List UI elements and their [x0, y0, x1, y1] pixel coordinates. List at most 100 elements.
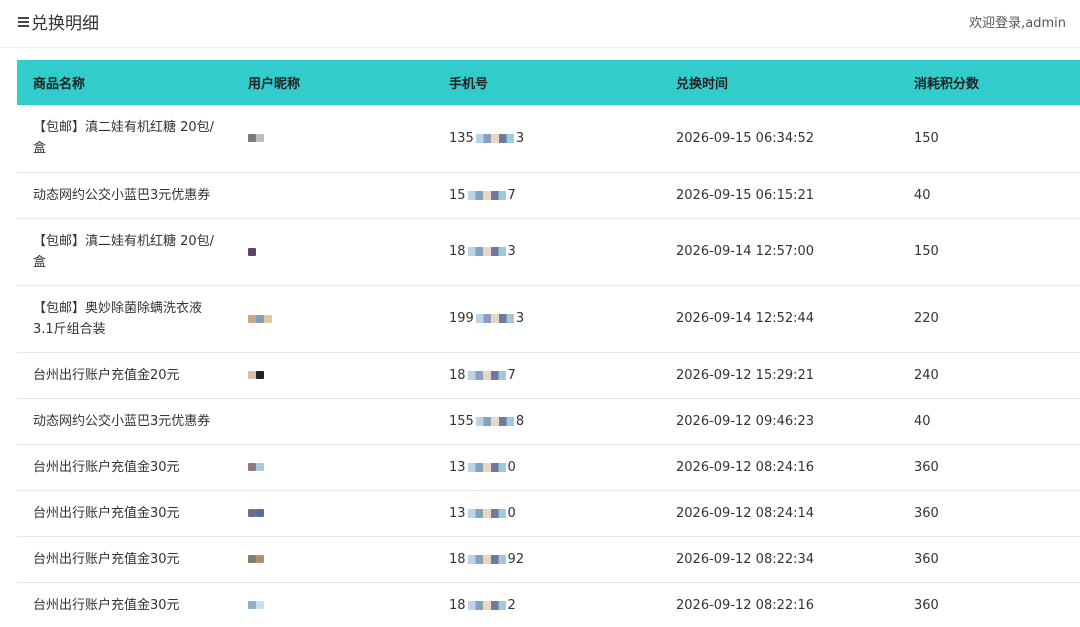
redacted-nickname-block	[256, 601, 264, 609]
redacted-phone-block	[475, 133, 514, 143]
redacted-nickname-block	[248, 555, 256, 563]
nickname-cell	[232, 444, 433, 491]
welcome-text: 欢迎登录,admin	[969, 16, 1066, 31]
redacted-nickname-block	[248, 314, 256, 323]
product-name-cell: 台州出行账户充值金30元	[17, 444, 232, 491]
product-name-cell: 台州出行账户充值金30元	[17, 582, 232, 627]
table-row: 【包邮】奥妙除菌除螨洗衣液3.1斤组合装 199 3 2026-09-14 12:52…	[17, 285, 1080, 353]
table-header-row: 商品名称 用户昵称 手机号 兑换时间 消耗积分数	[17, 60, 1080, 105]
points-cell: 360	[898, 582, 1080, 627]
exchange-time-cell: 2026-09-12 15:29:21	[660, 352, 898, 399]
table-row: 【包邮】滇二娃有机红糖 20包/盒 18 3 2026-09-14 12:57:00 1…	[17, 218, 1080, 286]
table-row: 台州出行账户充值金20元 18 7 2026-09-12 15:29:21 240	[17, 352, 1080, 399]
exchange-table-container: 商品名称 用户昵称 手机号 兑换时间 消耗积分数 【包邮】滇二娃有机红糖 20包…	[17, 60, 1080, 627]
top-bar: 兑换明细 欢迎登录,admin	[0, 0, 1080, 48]
redacted-phone-block	[475, 314, 514, 323]
product-name-cell: 台州出行账户充值金20元	[17, 352, 232, 399]
phone-prefix: 18	[449, 244, 466, 259]
redacted-phone-block	[467, 554, 506, 564]
exchange-time-cell: 2026-09-14 12:52:44	[660, 285, 898, 353]
redacted-nickname-block	[248, 247, 256, 256]
phone-suffix: 7	[507, 367, 516, 383]
points-cell: 360	[898, 444, 1080, 491]
phone-cell: 13 0	[433, 490, 660, 537]
redacted-phone-block	[467, 247, 506, 256]
redacted-nickname-block	[256, 134, 264, 143]
product-name-cell: 台州出行账户充值金30元	[17, 490, 232, 537]
points-cell: 40	[898, 172, 1080, 219]
redacted-nickname-block	[248, 371, 256, 379]
column-header-phone: 手机号	[449, 77, 489, 92]
phone-prefix: 199	[449, 311, 474, 326]
points-cell: 150	[898, 105, 1080, 173]
nickname-cell	[232, 490, 433, 537]
redacted-nickname-block	[248, 463, 256, 471]
table-body: 【包邮】滇二娃有机红糖 20包/盒 135 3 2026-09-15 06:34:52…	[17, 105, 1080, 627]
points-cell: 240	[898, 352, 1080, 399]
phone-cell: 15 7	[433, 172, 660, 219]
phone-prefix: 13	[449, 505, 466, 521]
nickname-cell	[232, 398, 433, 445]
product-name-cell: 【包邮】滇二娃有机红糖 20包/盒	[17, 218, 232, 286]
phone-cell: 18 7	[433, 352, 660, 399]
phone-cell: 135 3	[433, 105, 660, 173]
phone-prefix: 13	[449, 459, 466, 475]
redacted-phone-block	[467, 190, 506, 200]
redacted-phone-block	[467, 462, 506, 472]
column-header-product: 商品名称	[33, 77, 86, 92]
phone-suffix: 7	[507, 187, 516, 203]
phone-cell: 18 3	[433, 218, 660, 286]
phone-prefix: 155	[449, 413, 474, 429]
phone-prefix: 18	[449, 551, 466, 567]
redacted-nickname-block	[256, 509, 264, 517]
phone-suffix: 3	[515, 130, 525, 146]
phone-cell: 13 0	[433, 444, 660, 491]
redacted-nickname-block	[256, 314, 264, 323]
nickname-cell	[232, 352, 433, 399]
phone-suffix: 3	[515, 311, 525, 326]
redacted-nickname-block	[248, 134, 256, 143]
points-cell: 220	[898, 285, 1080, 353]
phone-prefix: 135	[449, 130, 474, 146]
redacted-phone-block	[467, 600, 506, 610]
table-row: 台州出行账户充值金30元 18 92 2026-09-12 08:22:34 360	[17, 536, 1080, 583]
exchange-time-cell: 2026-09-12 08:24:16	[660, 444, 898, 491]
points-cell: 360	[898, 536, 1080, 583]
phone-suffix: 2	[507, 597, 516, 613]
nickname-cell	[232, 536, 433, 583]
phone-cell: 155 8	[433, 398, 660, 445]
column-header-nickname: 用户昵称	[248, 77, 301, 92]
phone-cell: 18 92	[433, 536, 660, 583]
exchange-table: 商品名称 用户昵称 手机号 兑换时间 消耗积分数 【包邮】滇二娃有机红糖 20包…	[17, 60, 1080, 627]
exchange-time-cell: 2026-09-12 08:24:14	[660, 490, 898, 537]
table-row: 动态网约公交小蓝巴3元优惠券 15 7 2026-09-15 06:15:21 40	[17, 172, 1080, 219]
exchange-time-cell: 2026-09-12 08:22:34	[660, 536, 898, 583]
exchange-time-cell: 2026-09-12 08:22:16	[660, 582, 898, 627]
column-header-time: 兑换时间	[676, 77, 729, 92]
redacted-nickname-block	[256, 371, 264, 379]
exchange-time-cell: 2026-09-15 06:15:21	[660, 172, 898, 219]
points-cell: 40	[898, 398, 1080, 445]
phone-prefix: 18	[449, 367, 466, 383]
points-cell: 360	[898, 490, 1080, 537]
redacted-nickname-block	[248, 601, 256, 609]
exchange-time-cell: 2026-09-15 06:34:52	[660, 105, 898, 173]
table-row: 台州出行账户充值金30元 18 2 2026-09-12 08:22:16 360	[17, 582, 1080, 627]
phone-prefix: 18	[449, 597, 466, 613]
phone-cell: 199 3	[433, 285, 660, 353]
page-title: 兑换明细	[18, 9, 99, 34]
nickname-cell	[232, 218, 433, 286]
points-cell: 150	[898, 218, 1080, 286]
phone-prefix: 15	[449, 187, 466, 203]
redacted-phone-block	[467, 370, 506, 380]
phone-cell: 18 2	[433, 582, 660, 627]
table-row: 动态网约公交小蓝巴3元优惠券 155 8 2026-09-12 09:46:23 40	[17, 398, 1080, 445]
phone-suffix: 92	[507, 551, 525, 567]
product-name-cell: 【包邮】滇二娃有机红糖 20包/盒	[17, 105, 232, 173]
table-row: 台州出行账户充值金30元 13 0 2026-09-12 08:24:14 360	[17, 490, 1080, 537]
table-row: 【包邮】滇二娃有机红糖 20包/盒 135 3 2026-09-15 06:34:52…	[17, 105, 1080, 173]
menu-icon[interactable]	[18, 17, 29, 27]
redacted-phone-block	[475, 416, 514, 426]
nickname-cell	[232, 582, 433, 627]
nickname-cell	[232, 285, 433, 353]
